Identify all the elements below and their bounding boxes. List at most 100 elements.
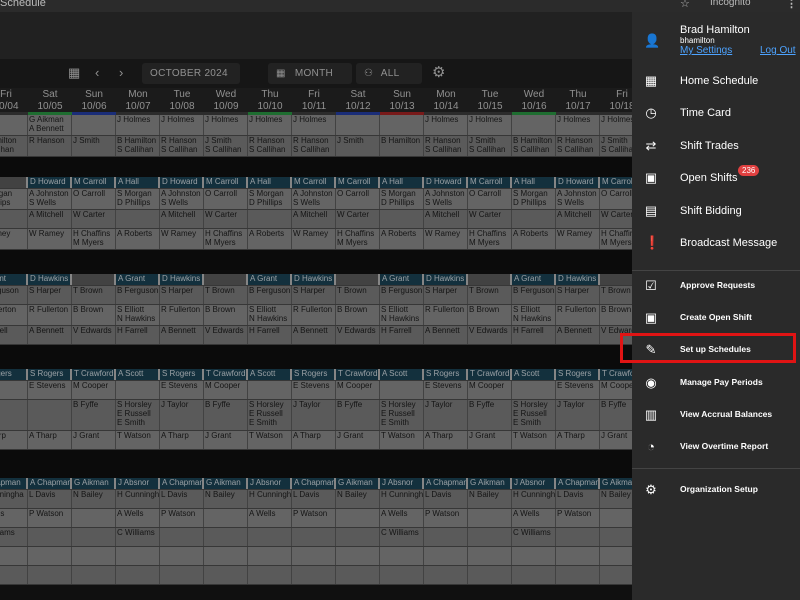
- schedule-cell[interactable]: A Chapman: [160, 478, 204, 489]
- schedule-cell[interactable]: Tharp: [0, 431, 28, 449]
- schedule-cell[interactable]: L Davis: [424, 490, 468, 508]
- bookmark-star-icon[interactable]: ☆: [680, 0, 690, 10]
- schedule-cell[interactable]: [248, 381, 292, 399]
- schedule-cell[interactable]: R Hanson S Callihan: [424, 136, 468, 156]
- schedule-cell[interactable]: V Edwards: [72, 326, 116, 344]
- day-header[interactable]: Tue 10/15: [468, 88, 512, 115]
- schedule-cell[interactable]: A Scott: [248, 369, 292, 380]
- schedule-cell[interactable]: [0, 381, 28, 399]
- schedule-cell[interactable]: H Farrell: [380, 326, 424, 344]
- schedule-cell[interactable]: [0, 177, 28, 188]
- schedule-cell[interactable]: S Harper: [556, 286, 600, 304]
- schedule-cell[interactable]: L Davis: [160, 490, 204, 508]
- schedule-cell[interactable]: [204, 528, 248, 546]
- schedule-cell[interactable]: H ChaffinsM Myers: [72, 229, 116, 249]
- schedule-cell[interactable]: L Davis: [556, 490, 600, 508]
- schedule-cell[interactable]: A Roberts: [380, 229, 424, 249]
- schedule-cell[interactable]: J Absnor: [380, 478, 424, 489]
- day-header[interactable]: Mon 10/14: [424, 88, 468, 115]
- schedule-cell[interactable]: W Carter: [72, 210, 116, 228]
- schedule-cell[interactable]: [116, 547, 160, 565]
- schedule-cell[interactable]: T Brown: [204, 286, 248, 304]
- schedule-cell[interactable]: A Johnston S Wells: [160, 189, 204, 209]
- schedule-cell[interactable]: G Aikman A Bennett: [28, 115, 72, 135]
- schedule-cell[interactable]: W Carter: [600, 210, 632, 228]
- schedule-cell[interactable]: G Aikman: [336, 478, 380, 489]
- schedule-cell[interactable]: M Carroll: [292, 177, 336, 188]
- schedule-cell[interactable]: W Ramey: [556, 229, 600, 249]
- schedule-cell[interactable]: N Bailey: [600, 490, 632, 508]
- my-settings-link[interactable]: My Settings: [680, 45, 732, 56]
- schedule-cell[interactable]: M Carroll: [336, 177, 380, 188]
- schedule-cell[interactable]: A Johnston S Wells: [424, 189, 468, 209]
- schedule-cell[interactable]: [424, 566, 468, 584]
- schedule-cell[interactable]: J Absnor: [116, 478, 160, 489]
- schedule-cell[interactable]: [0, 400, 28, 430]
- schedule-cell[interactable]: J Absnor: [512, 478, 556, 489]
- schedule-cell[interactable]: [292, 528, 336, 546]
- schedule-cell[interactable]: B Ferguson: [116, 286, 160, 304]
- schedule-cell[interactable]: A Tharp: [424, 431, 468, 449]
- schedule-cell[interactable]: [204, 274, 248, 285]
- next-month-icon[interactable]: ›: [119, 65, 123, 80]
- schedule-cell[interactable]: S Rogers: [160, 369, 204, 380]
- schedule-cell[interactable]: S Horsley E Russell E Smith: [248, 400, 292, 430]
- schedule-cell[interactable]: B Fyffe: [600, 400, 632, 430]
- schedule-cell[interactable]: [336, 509, 380, 527]
- schedule-cell[interactable]: A Tharp: [292, 431, 336, 449]
- schedule-cell[interactable]: J SmithS Callihan: [600, 136, 632, 156]
- schedule-cell[interactable]: [380, 115, 424, 135]
- day-header[interactable]: Sat 10/12: [336, 88, 380, 115]
- schedule-cell[interactable]: J Taylor: [292, 400, 336, 430]
- schedule-cell[interactable]: A Scott: [380, 369, 424, 380]
- schedule-cell[interactable]: [468, 528, 512, 546]
- schedule-cell[interactable]: S Elliott N Hawkins: [116, 305, 160, 325]
- schedule-cell[interactable]: A Mitchell: [556, 210, 600, 228]
- menu-item-time-card[interactable]: Time Card: [680, 107, 731, 119]
- schedule-cell[interactable]: N Bailey: [204, 490, 248, 508]
- schedule-cell[interactable]: M Carroll: [204, 177, 248, 188]
- schedule-cell[interactable]: C Williams: [512, 528, 556, 546]
- schedule-cell[interactable]: E Stevens: [424, 381, 468, 399]
- schedule-cell[interactable]: W Carter: [468, 210, 512, 228]
- schedule-cell[interactable]: E Stevens: [28, 381, 72, 399]
- schedule-cell[interactable]: A Wells: [248, 509, 292, 527]
- schedule-cell[interactable]: [380, 566, 424, 584]
- schedule-cell[interactable]: T Crawford: [204, 369, 248, 380]
- schedule-cell[interactable]: M Cooper: [336, 381, 380, 399]
- schedule-cell[interactable]: A Scott: [512, 369, 556, 380]
- schedule-cell[interactable]: A Wells: [116, 509, 160, 527]
- schedule-cell[interactable]: N Bailey: [72, 490, 116, 508]
- view-select[interactable]: ▦ MONTH ⌄: [268, 63, 352, 100]
- schedule-cell[interactable]: [72, 528, 116, 546]
- schedule-cell[interactable]: P Watson: [28, 509, 72, 527]
- schedule-cell[interactable]: R Fullerton: [556, 305, 600, 325]
- day-header[interactable]: Wed 10/09: [204, 88, 248, 115]
- menu-item-manage-pay-periods[interactable]: Manage Pay Periods: [680, 377, 763, 387]
- schedule-cell[interactable]: [600, 566, 632, 584]
- schedule-cell[interactable]: A Tharp: [28, 431, 72, 449]
- schedule-cell[interactable]: Rogers: [0, 369, 28, 380]
- schedule-cell[interactable]: B Fyffe: [336, 400, 380, 430]
- menu-item-broadcast-message[interactable]: Broadcast Message: [680, 237, 777, 249]
- schedule-cell[interactable]: Grant: [0, 274, 28, 285]
- menu-item-shift-bidding[interactable]: Shift Bidding: [680, 205, 742, 217]
- schedule-cell[interactable]: [72, 509, 116, 527]
- schedule-cell[interactable]: H Cunningha: [248, 490, 292, 508]
- schedule-cell[interactable]: [468, 274, 512, 285]
- schedule-cell[interactable]: T Watson: [512, 431, 556, 449]
- schedule-cell[interactable]: A Roberts: [116, 229, 160, 249]
- schedule-cell[interactable]: J Grant: [72, 431, 116, 449]
- schedule-cell[interactable]: P Watson: [160, 509, 204, 527]
- schedule-cell[interactable]: [160, 566, 204, 584]
- schedule-cell[interactable]: L Davis: [292, 490, 336, 508]
- day-header[interactable]: Thu 10/10: [248, 88, 292, 115]
- menu-item-open-shifts[interactable]: Open Shifts: [680, 172, 737, 184]
- schedule-cell[interactable]: H Farrell: [116, 326, 160, 344]
- schedule-cell[interactable]: B Fyffe: [204, 400, 248, 430]
- schedule-cell[interactable]: N Bailey: [336, 490, 380, 508]
- schedule-cell[interactable]: T Watson: [248, 431, 292, 449]
- schedule-cell[interactable]: [380, 381, 424, 399]
- schedule-cell[interactable]: R Fullerton: [160, 305, 204, 325]
- schedule-cell[interactable]: V Edwards: [468, 326, 512, 344]
